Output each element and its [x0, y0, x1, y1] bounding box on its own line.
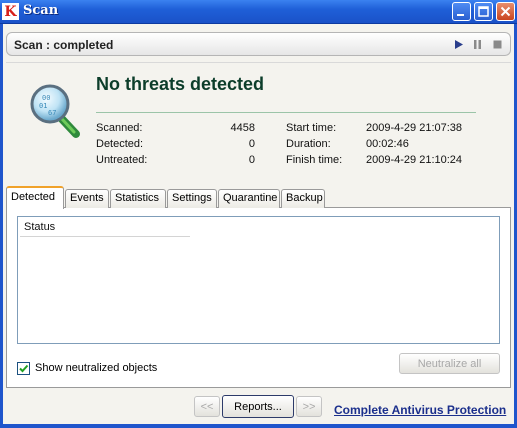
maximize-icon — [478, 6, 489, 17]
magnifier-scan-icon: 00 01 67 — [30, 84, 80, 138]
play-icon[interactable] — [453, 39, 464, 50]
show-neutralized-label[interactable]: Show neutralized objects — [35, 362, 157, 374]
maximize-button[interactable] — [474, 2, 493, 21]
scan-status-bar: Scan : completed — [6, 32, 511, 56]
window-frame-bottom — [0, 424, 517, 428]
title-bar[interactable]: K Scan — [0, 0, 517, 24]
stat-value-start-time: 2009-4-29 21:07:38 — [366, 122, 463, 134]
scan-result-heading: No threats detected — [96, 74, 265, 94]
header-divider — [6, 62, 511, 63]
stat-label-finish-time: Finish time: — [286, 154, 343, 166]
previous-report-button[interactable]: << — [194, 396, 220, 417]
stop-icon[interactable] — [492, 39, 503, 50]
product-link[interactable]: Complete Antivirus Protection — [334, 403, 506, 417]
stat-value-duration: 00:02:46 — [366, 138, 409, 150]
stat-label-detected: Detected: — [96, 138, 144, 150]
stat-label-start-time: Start time: — [286, 122, 337, 134]
stat-value-scanned: 4458 — [230, 122, 255, 134]
tab-statistics[interactable]: Statistics — [110, 189, 166, 208]
checkmark-icon — [19, 364, 29, 373]
heading-underline — [96, 112, 476, 113]
column-header-underline — [20, 236, 190, 237]
close-button[interactable] — [496, 2, 515, 21]
stat-label-scanned: Scanned: — [96, 122, 143, 134]
kaspersky-logo-icon[interactable]: K — [2, 3, 19, 20]
stat-label-untreated: Untreated: — [96, 154, 148, 166]
window-title: Scan — [23, 3, 59, 18]
tab-events[interactable]: Events — [65, 189, 109, 208]
stat-value-finish-time: 2009-4-29 21:10:24 — [366, 154, 463, 166]
pause-icon[interactable] — [472, 39, 483, 50]
minimize-button[interactable] — [452, 2, 471, 21]
column-header-status[interactable]: Status — [24, 221, 55, 233]
minimize-icon — [457, 14, 464, 16]
reports-button[interactable]: Reports... — [222, 395, 294, 418]
svg-text:01: 01 — [39, 102, 47, 110]
detected-objects-list[interactable]: Status — [17, 216, 500, 344]
svg-text:00: 00 — [42, 94, 50, 102]
tab-detected[interactable]: Detected — [6, 186, 64, 209]
tab-quarantine[interactable]: Quarantine — [218, 189, 280, 208]
next-report-button[interactable]: >> — [296, 396, 322, 417]
close-icon — [500, 6, 511, 17]
tab-backup[interactable]: Backup — [281, 189, 325, 208]
window-frame-left — [0, 24, 3, 428]
show-neutralized-checkbox[interactable] — [17, 362, 30, 375]
neutralize-all-button[interactable]: Neutralize all — [399, 353, 500, 374]
scan-status-text: Scan : completed — [14, 38, 114, 52]
stat-value-detected: 0 — [248, 138, 255, 150]
stat-label-duration: Duration: — [286, 138, 331, 150]
stat-value-untreated: 0 — [248, 154, 255, 166]
svg-text:67: 67 — [48, 109, 56, 117]
tab-settings[interactable]: Settings — [167, 189, 217, 208]
